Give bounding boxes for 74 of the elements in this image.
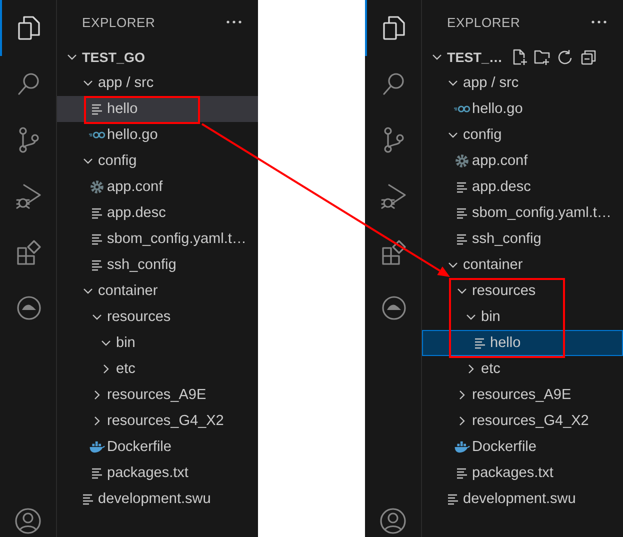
- sidebar-title: EXPLORER: [82, 14, 156, 30]
- file-item[interactable]: packages.txt: [57, 460, 258, 486]
- collapse-all-icon[interactable]: [580, 48, 597, 66]
- text-file-icon: [456, 233, 468, 245]
- text-file-icon: [91, 103, 103, 115]
- folder-item[interactable]: resources: [57, 304, 258, 330]
- search-icon[interactable]: [381, 70, 407, 98]
- go-file-icon: [89, 130, 105, 140]
- text-file-icon: [447, 493, 459, 505]
- folder-item[interactable]: config: [422, 122, 623, 148]
- file-item[interactable]: sbom_config.yaml.t…: [57, 226, 258, 252]
- folder-item[interactable]: bin: [57, 330, 258, 356]
- file-item[interactable]: ssh_config: [57, 252, 258, 278]
- file-item[interactable]: hello: [422, 330, 623, 356]
- new-folder-icon[interactable]: [534, 48, 551, 66]
- file-item[interactable]: app.conf: [57, 174, 258, 200]
- circle-icon[interactable]: [380, 294, 408, 322]
- go-file-icon: [454, 104, 470, 114]
- file-item[interactable]: Dockerfile: [422, 434, 623, 460]
- files-icon[interactable]: [16, 14, 42, 42]
- account-icon[interactable]: [14, 507, 42, 535]
- more-icon[interactable]: [226, 20, 242, 24]
- circle-icon[interactable]: [15, 294, 43, 322]
- text-file-icon: [91, 259, 103, 271]
- text-file-icon: [474, 337, 486, 349]
- text-file-icon: [456, 207, 468, 219]
- folder-item[interactable]: etc: [422, 356, 623, 382]
- file-item[interactable]: ssh_config: [422, 226, 623, 252]
- files-icon[interactable]: [381, 14, 407, 42]
- folder-item[interactable]: container: [57, 278, 258, 304]
- workspace-folder-header[interactable]: TEST_…: [422, 44, 623, 70]
- file-item[interactable]: hello.go: [422, 96, 623, 122]
- folder-item[interactable]: etc: [57, 356, 258, 382]
- folder-item[interactable]: app / src: [57, 70, 258, 96]
- text-file-icon: [91, 233, 103, 245]
- text-file-icon: [91, 207, 103, 219]
- bug-play-icon[interactable]: [380, 182, 408, 210]
- file-item[interactable]: hello.go: [57, 122, 258, 148]
- file-item[interactable]: packages.txt: [422, 460, 623, 486]
- file-item[interactable]: development.swu: [422, 486, 623, 512]
- folder-item[interactable]: container: [422, 252, 623, 278]
- sidebar-title: EXPLORER: [447, 14, 520, 30]
- workspace-folder-header[interactable]: TEST_GO: [57, 44, 258, 70]
- extensions-icon[interactable]: [15, 238, 43, 266]
- folder-item[interactable]: resources_A9E: [57, 382, 258, 408]
- file-item[interactable]: app.conf: [422, 148, 623, 174]
- gear-icon: [455, 154, 469, 168]
- folder-item[interactable]: resources: [422, 278, 623, 304]
- account-icon[interactable]: [379, 507, 407, 535]
- search-icon[interactable]: [16, 70, 42, 98]
- folder-item[interactable]: config: [57, 148, 258, 174]
- whale-icon: [454, 440, 470, 454]
- file-item[interactable]: app.desc: [57, 200, 258, 226]
- folder-item[interactable]: resources_A9E: [422, 382, 623, 408]
- folder-item[interactable]: bin: [422, 304, 623, 330]
- file-item[interactable]: development.swu: [57, 486, 258, 512]
- text-file-icon: [82, 493, 94, 505]
- new-file-icon[interactable]: [510, 48, 528, 66]
- gear-icon: [90, 180, 104, 194]
- text-file-icon: [456, 467, 468, 479]
- text-file-icon: [456, 181, 468, 193]
- folder-item[interactable]: app / src: [422, 70, 623, 96]
- whale-icon: [89, 440, 105, 454]
- bug-play-icon[interactable]: [15, 182, 43, 210]
- more-icon[interactable]: [591, 20, 607, 24]
- file-item[interactable]: app.desc: [422, 174, 623, 200]
- file-item[interactable]: Dockerfile: [57, 434, 258, 460]
- file-item[interactable]: sbom_config.yaml.t…: [422, 200, 623, 226]
- folder-item[interactable]: resources_G4_X2: [57, 408, 258, 434]
- text-file-icon: [91, 467, 103, 479]
- folder-item[interactable]: resources_G4_X2: [422, 408, 623, 434]
- file-item[interactable]: hello: [57, 96, 258, 122]
- refresh-icon[interactable]: [556, 48, 574, 66]
- extensions-icon[interactable]: [380, 238, 408, 266]
